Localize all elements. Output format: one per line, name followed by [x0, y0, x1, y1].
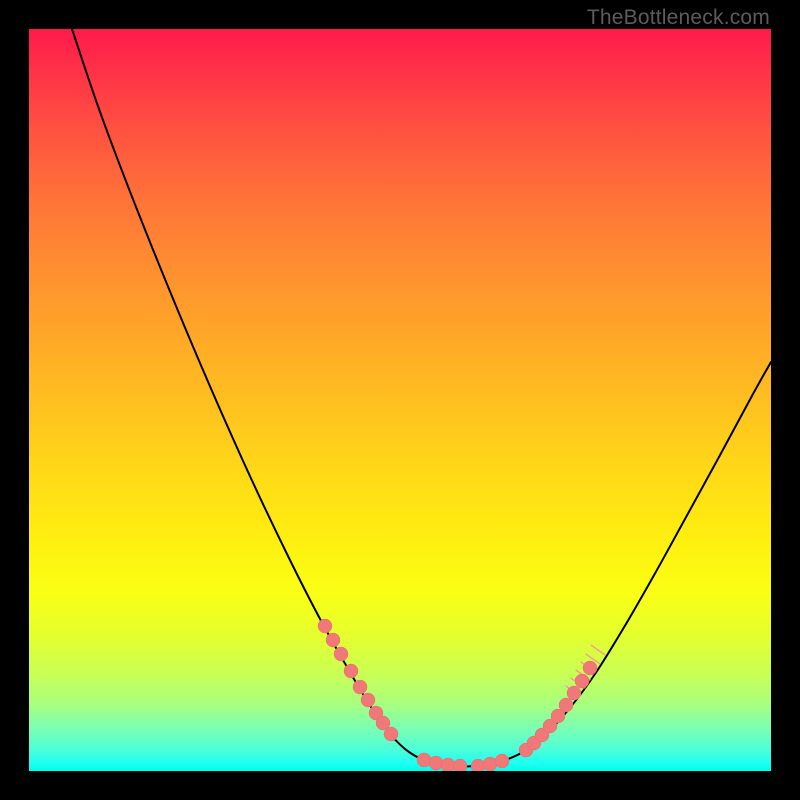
data-marker [344, 664, 358, 678]
data-marker [429, 756, 443, 770]
bottom-markers [417, 753, 509, 771]
tick-mark [591, 645, 606, 655]
data-marker [453, 759, 467, 771]
data-marker [583, 661, 597, 675]
data-marker [417, 753, 431, 767]
right-branch-markers [519, 661, 597, 757]
data-marker [559, 698, 573, 712]
data-marker [334, 647, 348, 661]
data-marker [361, 693, 375, 707]
data-marker [567, 686, 581, 700]
watermark-text: TheBottleneck.com [587, 6, 770, 30]
left-branch-markers [318, 619, 398, 741]
data-marker [353, 680, 367, 694]
curve-layer [29, 29, 771, 771]
data-marker [495, 754, 509, 768]
chart-frame: TheBottleneck.com [0, 0, 800, 800]
data-marker [326, 633, 340, 647]
data-marker [318, 619, 332, 633]
data-marker [575, 674, 589, 688]
data-marker [441, 758, 455, 771]
data-marker [384, 727, 398, 741]
plot-area [29, 29, 771, 771]
data-marker [483, 757, 497, 771]
bottleneck-curve [72, 29, 771, 767]
